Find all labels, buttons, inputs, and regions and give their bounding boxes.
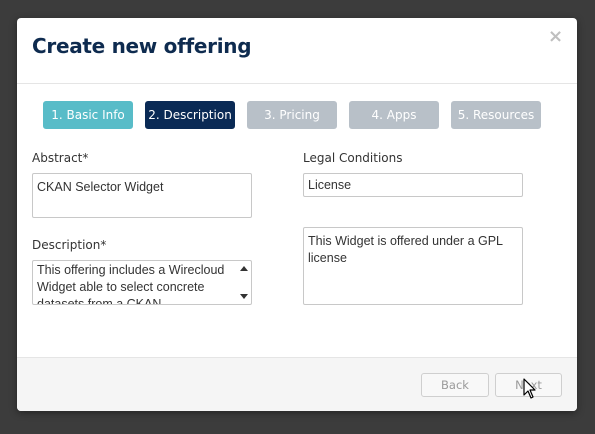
dialog-footer: Back Next [17, 357, 577, 411]
description-label: Description* [32, 238, 107, 252]
scroll-up-arrow-icon[interactable] [240, 266, 248, 271]
abstract-input[interactable]: CKAN Selector Widget [32, 173, 252, 218]
page-backdrop [0, 0, 595, 18]
step-description[interactable]: 2. Description [145, 101, 235, 129]
dialog-header: Create new offering × [17, 18, 577, 84]
step-resources[interactable]: 5. Resources [451, 101, 541, 129]
step-basic-info[interactable]: 1. Basic Info [43, 101, 133, 129]
close-button[interactable]: × [548, 28, 563, 46]
legal-text-value: This Widget is offered under a GPL licen… [308, 234, 503, 265]
legal-text-textarea[interactable]: This Widget is offered under a GPL licen… [303, 227, 523, 305]
dialog-title: Create new offering [32, 34, 252, 58]
legal-title-input[interactable]: License [303, 173, 523, 197]
description-scrollbar[interactable] [239, 262, 250, 303]
abstract-value: CKAN Selector Widget [37, 180, 164, 194]
abstract-label: Abstract* [32, 151, 89, 165]
legal-conditions-label: Legal Conditions [303, 151, 403, 165]
back-button[interactable]: Back [421, 373, 489, 397]
mouse-pointer-icon [523, 378, 536, 399]
description-textarea[interactable]: This offering includes a Wirecloud Widge… [32, 260, 252, 305]
step-apps[interactable]: 4. Apps [349, 101, 439, 129]
legal-title-value: License [308, 178, 352, 192]
step-pricing[interactable]: 3. Pricing [247, 101, 337, 129]
create-offering-dialog: Create new offering × 1. Basic Info 2. D… [17, 18, 577, 411]
scroll-down-arrow-icon[interactable] [240, 294, 248, 299]
description-value: This offering includes a Wirecloud Widge… [37, 263, 225, 305]
